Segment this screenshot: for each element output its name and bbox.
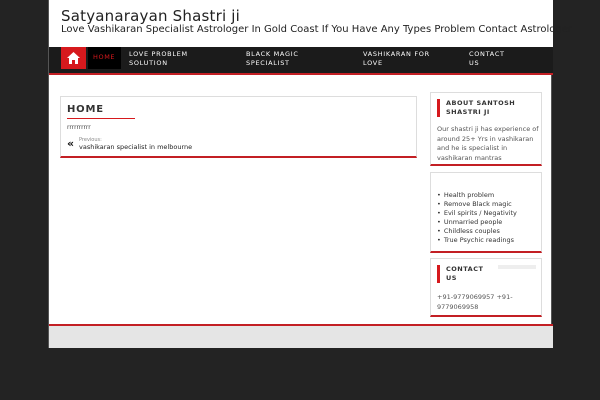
contact-widget-title: CONTACT US bbox=[437, 265, 487, 283]
contact-widget-bar bbox=[498, 265, 536, 269]
list-item[interactable]: Remove Black magic bbox=[437, 200, 517, 209]
home-button[interactable] bbox=[61, 47, 86, 69]
list-item[interactable]: Health problem bbox=[437, 191, 517, 200]
page-container: Satyanarayan Shastri ji Love Vashikaran … bbox=[48, 0, 572, 348]
double-chevron-left-icon[interactable]: « bbox=[67, 138, 74, 149]
nav-item-home[interactable]: HOME bbox=[88, 47, 121, 69]
home-icon bbox=[67, 52, 80, 64]
nav-item-home-label: HOME bbox=[93, 53, 116, 61]
contact-widget-text: +91-9779069957 +91-9779069958 bbox=[437, 293, 513, 311]
previous-post-link[interactable]: vashikaran specialist in melbourne bbox=[79, 143, 192, 151]
site-title[interactable]: Satyanarayan Shastri ji bbox=[61, 7, 240, 25]
list-item[interactable]: Childless couples bbox=[437, 227, 517, 236]
about-widget-text: Our shastri ji has experience of around … bbox=[437, 125, 539, 162]
site-footer bbox=[49, 326, 553, 348]
main-content: HOME rrrrrrrrrr « Previous: vashikaran s… bbox=[60, 96, 417, 158]
about-widget: ABOUT SANTOSH SHASTRI JI Our shastri ji … bbox=[430, 92, 542, 166]
site-header: Satyanarayan Shastri ji Love Vashikaran … bbox=[49, 0, 572, 47]
nav-item-contact-us[interactable]: CONTACT US bbox=[469, 50, 514, 68]
main-navigation: HOME LOVE PROBLEM SOLUTION BLACK MAGIC S… bbox=[49, 47, 553, 75]
title-underline bbox=[67, 118, 135, 119]
contact-widget: CONTACT US +91-9779069957 +91-9779069958 bbox=[430, 258, 542, 317]
services-widget: Health problem Remove Black magic Evil s… bbox=[430, 172, 542, 253]
list-item[interactable]: Unmarried people bbox=[437, 218, 517, 227]
page-title: HOME bbox=[67, 104, 104, 115]
site-description: Love Vashikaran Specialist Astrologer In… bbox=[61, 24, 572, 35]
nav-item-black-magic-specialist[interactable]: BLACK MAGIC SPECIALIST bbox=[246, 50, 326, 68]
list-item[interactable]: True Psychic readings bbox=[437, 236, 517, 245]
nav-item-love-problem-solution[interactable]: LOVE PROBLEM SOLUTION bbox=[129, 50, 209, 68]
page-body-text: rrrrrrrrrr bbox=[67, 124, 91, 131]
list-item[interactable]: Evil spirits / Negativity bbox=[437, 209, 517, 218]
nav-item-vashikaran-for-love[interactable]: VASHIKARAN FOR LOVE bbox=[363, 50, 443, 68]
services-list: Health problem Remove Black magic Evil s… bbox=[437, 191, 517, 245]
about-widget-title: ABOUT SANTOSH SHASTRI JI bbox=[437, 99, 537, 117]
